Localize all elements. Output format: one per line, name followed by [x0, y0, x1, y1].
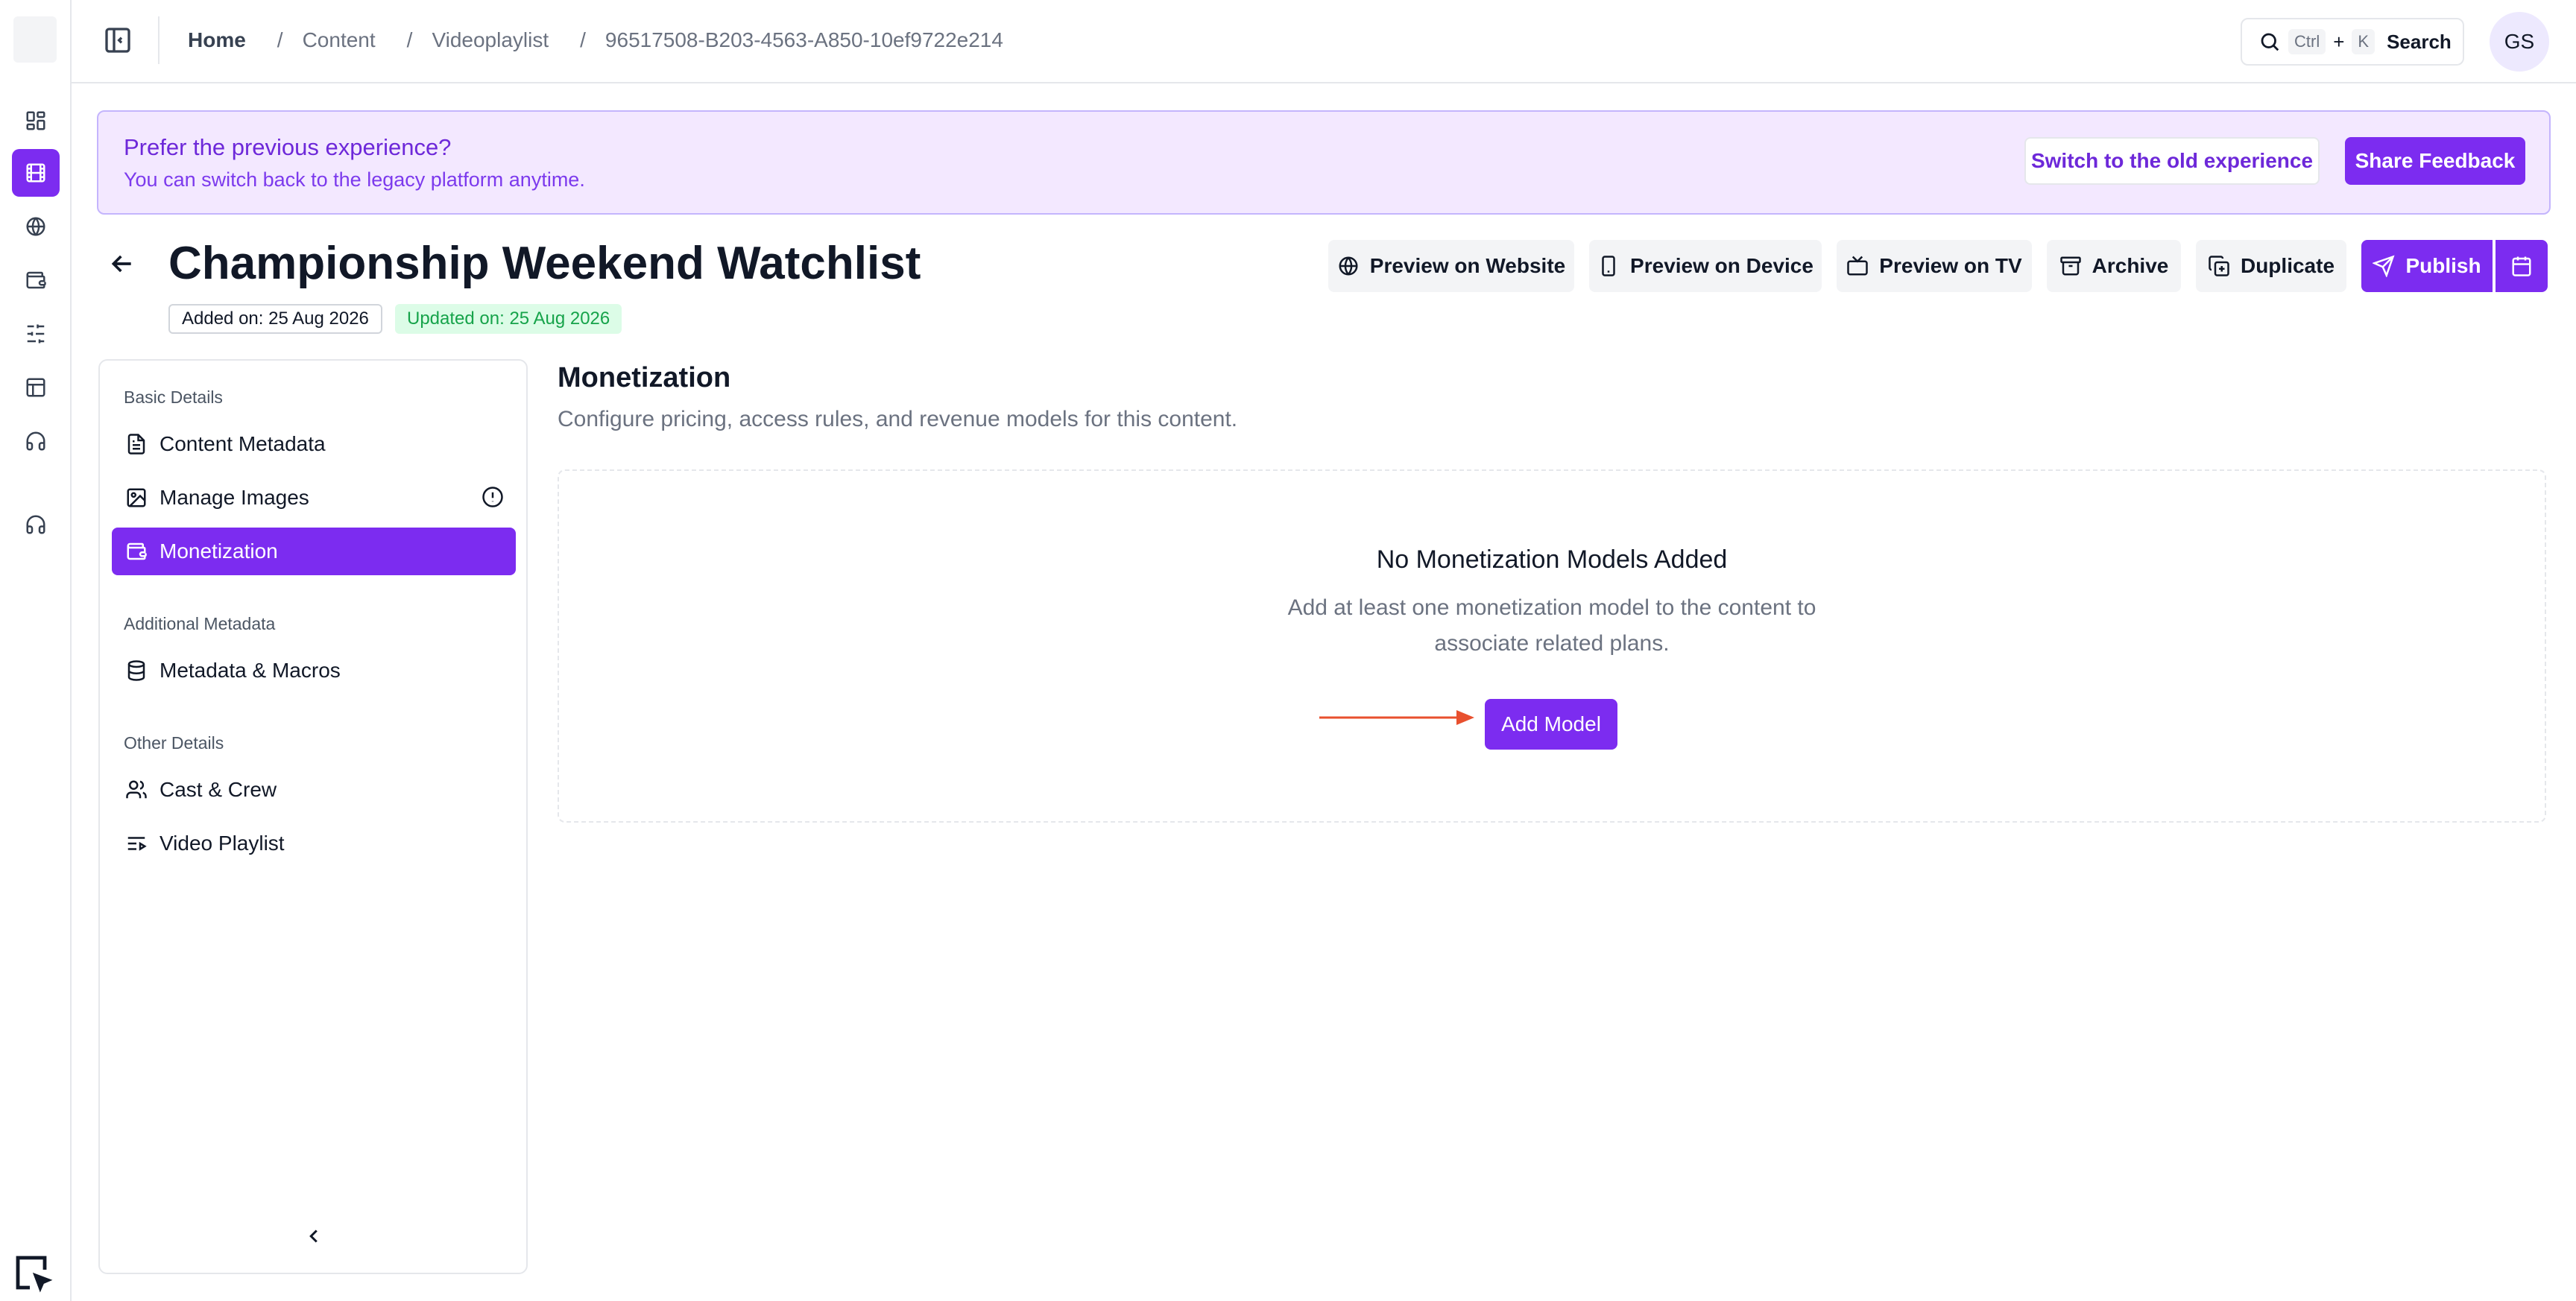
banner-title: Prefer the previous experience? — [124, 134, 452, 160]
empty-state-title: No Monetization Models Added — [1376, 545, 1728, 574]
globe-icon[interactable] — [12, 203, 60, 250]
sidebar-item-label: Content Metadata — [160, 432, 326, 455]
sidebar-item-video-playlist[interactable]: Video Playlist — [112, 820, 516, 867]
copy-plus-icon — [2209, 256, 2229, 276]
sidebar-item-metadata-macros[interactable]: Metadata & Macros — [112, 647, 516, 694]
send-icon — [2373, 255, 2395, 277]
preview-website-label: Preview on Website — [1369, 254, 1566, 277]
user-avatar[interactable]: GS — [2490, 12, 2549, 72]
globe-icon — [1339, 256, 1358, 276]
sidebar-item-manage-images[interactable]: Manage Images — [112, 474, 516, 522]
list-video-icon — [127, 837, 147, 851]
preview-website-button[interactable]: Preview on Website — [1328, 240, 1574, 292]
sliders-icon[interactable] — [12, 310, 60, 358]
image-icon — [127, 488, 146, 507]
legacy-experience-banner: Prefer the previous experience? You can … — [97, 110, 2551, 215]
breadcrumb-home[interactable]: Home — [188, 28, 246, 52]
film-icon[interactable] — [12, 149, 60, 197]
preview-device-label: Preview on Device — [1630, 254, 1813, 277]
support-icon[interactable] — [12, 501, 60, 548]
switch-old-experience-button[interactable]: Switch to the old experience — [2024, 137, 2320, 185]
banner-subtitle: You can switch back to the legacy platfo… — [124, 168, 585, 191]
kbd-plus: + — [2333, 30, 2345, 53]
sidebar-item-label: Monetization — [160, 539, 278, 563]
sidebar-item-cast-crew[interactable]: Cast & Crew — [112, 766, 516, 814]
publish-button[interactable]: Publish — [2361, 240, 2493, 292]
add-model-button[interactable]: Add Model — [1485, 699, 1617, 750]
left-rail — [0, 0, 72, 1301]
share-feedback-button[interactable]: Share Feedback — [2345, 137, 2525, 185]
group-other-details: Other Details — [124, 733, 224, 753]
database-icon — [127, 660, 145, 681]
preview-device-button[interactable]: Preview on Device — [1589, 240, 1822, 292]
sidebar-item-label: Video Playlist — [160, 832, 285, 855]
breadcrumb-current-id: 96517508-B203-4563-A850-10ef9722e214 — [604, 28, 1003, 51]
preview-tv-label: Preview on TV — [1879, 254, 2022, 277]
kbd-ctrl: Ctrl — [2288, 29, 2326, 54]
breadcrumb-separator: / — [406, 28, 413, 51]
archive-label: Archive — [2092, 254, 2169, 277]
alert-circle-icon — [482, 487, 503, 507]
tv-icon — [1847, 256, 1869, 276]
group-basic-details: Basic Details — [124, 387, 223, 407]
topbar-divider — [158, 16, 160, 64]
empty-state-description: Add at least one monetization model to t… — [1287, 595, 1816, 656]
wallet-icon — [127, 542, 147, 560]
cursor-select-icon[interactable] — [12, 1252, 54, 1294]
top-bar: Home / Content / Videoplaylist / 9651750… — [72, 0, 2576, 83]
updated-on-badge: Updated on: 25 Aug 2026 — [395, 304, 622, 334]
headphones-icon[interactable] — [12, 417, 60, 465]
file-text-icon — [127, 434, 145, 455]
breadcrumb-separator: / — [277, 28, 283, 51]
sidebar-item-label: Manage Images — [160, 486, 309, 509]
schedule-publish-button[interactable] — [2496, 240, 2548, 292]
duplicate-button[interactable]: Duplicate — [2196, 240, 2346, 292]
calendar-icon — [2512, 256, 2531, 276]
sidebar-item-content-metadata[interactable]: Content Metadata — [112, 420, 516, 468]
back-arrow-icon[interactable] — [107, 249, 137, 279]
kbd-k: K — [2352, 29, 2375, 54]
sidebar-item-label: Metadata & Macros — [160, 659, 341, 682]
users-icon — [126, 780, 147, 799]
collapse-sidebar-icon[interactable] — [303, 1225, 325, 1247]
added-on-badge: Added on: 25 Aug 2026 — [168, 304, 382, 334]
content-sections-sidebar: Basic Details Content Metadata Manage Im… — [98, 359, 528, 1274]
search-icon — [2261, 33, 2279, 51]
sidebar-item-monetization[interactable]: Monetization — [112, 528, 516, 575]
monetization-empty-state: No Monetization Models Added Add at leas… — [558, 469, 2546, 823]
wallet-icon[interactable] — [12, 256, 60, 304]
section-subtitle: Configure pricing, access rules, and rev… — [558, 407, 1238, 431]
layout-icon[interactable] — [12, 364, 60, 411]
pointer-arrow-icon — [1319, 710, 1474, 725]
breadcrumb: Home / Content / Videoplaylist / 9651750… — [188, 28, 1003, 52]
archive-button[interactable]: Archive — [2047, 240, 2181, 292]
sidebar-item-label: Cast & Crew — [160, 778, 277, 801]
page-title: Championship Weekend Watchlist — [168, 238, 921, 289]
duplicate-label: Duplicate — [2240, 254, 2335, 277]
breadcrumb-separator: / — [580, 28, 586, 51]
app-logo — [13, 16, 57, 63]
publish-label: Publish — [2405, 254, 2481, 277]
search-button[interactable]: Ctrl + K Search — [2241, 18, 2464, 66]
section-title: Monetization — [558, 362, 731, 393]
dashboard-icon[interactable] — [12, 97, 60, 145]
breadcrumb-videoplaylist[interactable]: Videoplaylist — [432, 28, 549, 52]
group-additional-metadata: Additional Metadata — [124, 614, 276, 633]
archive-icon — [2059, 256, 2081, 276]
smartphone-icon — [1602, 256, 1615, 276]
search-label: Search — [2387, 30, 2452, 53]
sidebar-toggle-icon[interactable] — [103, 25, 133, 55]
preview-tv-button[interactable]: Preview on TV — [1837, 240, 2032, 292]
breadcrumb-content[interactable]: Content — [303, 28, 376, 52]
